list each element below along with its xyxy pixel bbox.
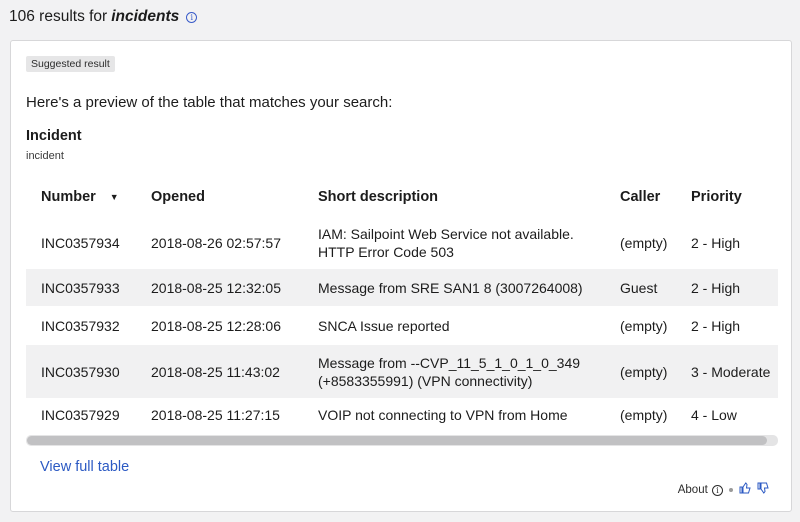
results-header: 106 results for incidents i: [9, 8, 198, 26]
thumbs-down-icon[interactable]: [757, 482, 769, 497]
cell-number: INC0357929: [41, 407, 120, 423]
table-subtitle: incident: [26, 150, 64, 162]
search-query: incidents: [111, 8, 180, 25]
table-row[interactable]: INC0357934 2018-08-26 02:57:57 IAM: Sail…: [26, 216, 778, 269]
suggested-result-card: Suggested result Here's a preview of the…: [10, 40, 792, 512]
view-full-table-link[interactable]: View full table: [40, 459, 129, 475]
scrollbar-thumb[interactable]: [27, 436, 767, 445]
cell-opened: 2018-08-25 11:43:02: [136, 345, 303, 398]
results-count-text: 106 results for: [9, 8, 108, 25]
cell-short-description: Message from --CVP_11_5_1_0_1_0_349 (+858…: [303, 345, 605, 398]
cell-number: INC0357933: [26, 269, 136, 306]
cell-priority: 4 - Low: [691, 407, 737, 423]
cell-number: INC0357934: [41, 234, 120, 251]
cell-priority: 2 - High: [676, 269, 778, 306]
cell-opened: 2018-08-25 12:28:06: [151, 317, 281, 334]
preview-intro-text: Here's a preview of the table that match…: [26, 94, 393, 111]
table-row[interactable]: INC0357933 2018-08-25 12:32:05 Message f…: [26, 269, 778, 306]
thumbs-up-icon[interactable]: [739, 482, 751, 497]
about-info-icon: i: [712, 484, 723, 496]
cell-caller: (empty): [620, 234, 668, 251]
cell-short-description: IAM: Sailpoint Web Service not available…: [318, 225, 574, 260]
column-header-priority[interactable]: Priority: [676, 178, 778, 216]
info-icon[interactable]: i: [186, 11, 198, 23]
cell-caller: (empty): [605, 345, 676, 398]
cell-short-description: VOIP not connecting to VPN from Home: [318, 407, 568, 423]
cell-caller: (empty): [620, 317, 668, 334]
cell-short-description: Message from SRE SAN1 8 (3007264008): [303, 269, 605, 306]
column-header-caller[interactable]: Caller: [605, 178, 676, 216]
cell-number: INC0357930: [26, 345, 136, 398]
column-header-short-description[interactable]: Short description: [303, 178, 605, 216]
separator-dot: [729, 487, 733, 492]
suggested-result-badge: Suggested result: [26, 56, 115, 72]
table-title: Incident: [26, 128, 82, 144]
preview-table-container: Number ▼ Opened Short description Caller …: [26, 178, 778, 450]
column-header-opened[interactable]: Opened: [136, 178, 303, 216]
table-row[interactable]: INC0357930 2018-08-25 11:43:02 Message f…: [26, 345, 778, 398]
cell-priority: 2 - High: [691, 234, 741, 251]
cell-priority: 2 - High: [691, 317, 741, 334]
table-header-row: Number ▼ Opened Short description Caller …: [26, 178, 778, 216]
cell-opened: 2018-08-25 12:32:05: [136, 269, 303, 306]
table-row[interactable]: INC0357932 2018-08-25 12:28:06 SNCA Issu…: [26, 306, 778, 345]
table-row[interactable]: INC0357929 2018-08-25 11:27:15 VOIP not …: [26, 398, 778, 432]
cell-opened: 2018-08-26 02:57:57: [151, 234, 281, 251]
horizontal-scrollbar[interactable]: [26, 435, 778, 446]
preview-table: Number ▼ Opened Short description Caller …: [26, 178, 778, 432]
cell-opened: 2018-08-25 11:27:15: [151, 407, 280, 423]
cell-short-description: SNCA Issue reported: [318, 317, 450, 334]
cell-number: INC0357932: [41, 317, 120, 334]
cell-caller: (empty): [620, 407, 668, 423]
sort-down-icon[interactable]: ▼: [110, 192, 119, 202]
feedback-footer: About i: [678, 482, 769, 497]
cell-priority: 3 - Moderate: [676, 345, 778, 398]
about-link[interactable]: About i: [678, 484, 723, 496]
column-header-number[interactable]: Number ▼: [26, 178, 136, 216]
cell-caller: Guest: [605, 269, 676, 306]
